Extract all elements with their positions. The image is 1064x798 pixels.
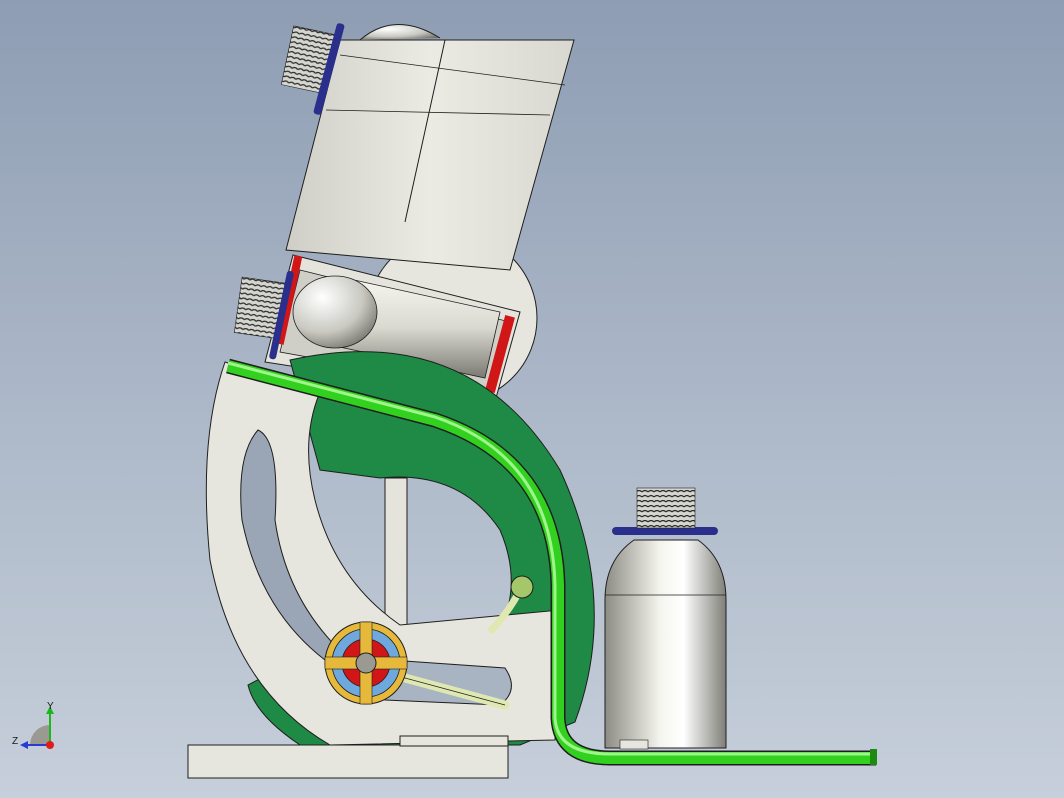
wheel-valve[interactable] — [324, 621, 408, 705]
valve-hub — [355, 652, 377, 674]
lever-knob[interactable] — [510, 575, 534, 599]
bottle-threaded-neck — [636, 487, 696, 529]
y-axis-label: Y — [47, 701, 54, 712]
z-axis-label: Z — [12, 736, 18, 747]
x-axis-dot — [46, 741, 54, 749]
coordinate-triad: Y Z — [12, 701, 54, 749]
standing-bottle[interactable] — [604, 487, 727, 750]
assembly-scene: Y Z — [12, 23, 877, 779]
tube-end — [870, 749, 877, 765]
cad-viewport[interactable]: Y Z — [0, 0, 1064, 798]
